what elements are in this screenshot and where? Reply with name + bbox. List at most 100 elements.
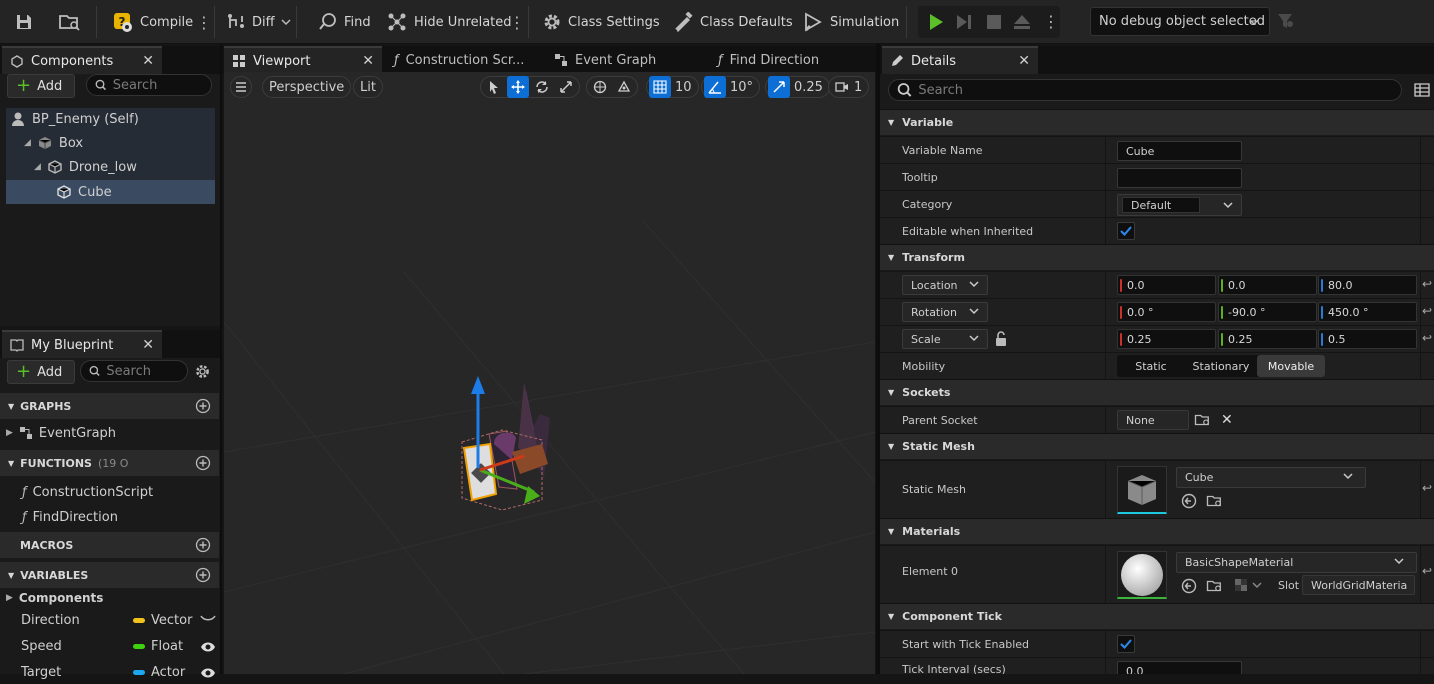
perspective-button[interactable]: Perspective [262, 76, 352, 98]
materials-section-header[interactable]: ▼ Materials [880, 518, 1434, 544]
compile-options-button[interactable]: ⋮ [192, 6, 215, 38]
mobility-stationary[interactable]: Stationary [1185, 355, 1257, 377]
transform-section-header[interactable]: ▼ Transform [880, 244, 1434, 270]
variable-name-field[interactable]: Cube [1117, 141, 1242, 161]
eye-closed-icon[interactable] [200, 614, 216, 624]
variables-section[interactable]: ▼ VARIABLES [0, 562, 219, 588]
scale-tool[interactable] [555, 76, 577, 98]
tree-item-drone-low[interactable]: ◢ Drone_low [6, 155, 215, 179]
class-settings-button[interactable]: Class Settings [538, 6, 664, 38]
editable-inherited-checkbox[interactable] [1117, 222, 1135, 240]
add-variable-icon[interactable] [195, 567, 211, 583]
tooltip-field[interactable] [1117, 168, 1242, 188]
location-y-field[interactable]: 0.0 [1218, 275, 1317, 295]
scale-lock-button[interactable] [995, 331, 1009, 347]
material-thumbnail[interactable] [1117, 551, 1167, 599]
material-options-button[interactable] [1234, 578, 1262, 592]
details-search[interactable] [888, 79, 1402, 101]
components-search[interactable] [86, 74, 212, 96]
add-member-button[interactable]: + Add [7, 360, 75, 384]
panel-divider[interactable] [220, 44, 222, 674]
category-combo[interactable]: Default [1117, 194, 1242, 216]
tab-event-graph[interactable]: Event Graph [546, 46, 696, 74]
variable-item-target[interactable]: Target Actor [0, 660, 219, 684]
viewport[interactable] [224, 72, 875, 674]
scale-snap[interactable]: 0.25 [765, 76, 830, 98]
sockets-section-header[interactable]: ▼ Sockets [880, 379, 1434, 405]
static-mesh-combo[interactable]: Cube [1176, 467, 1366, 488]
reset-scale-icon[interactable]: ↩ [1422, 331, 1432, 345]
tab-construction-script[interactable]: ƒ Construction Scr... [386, 46, 536, 74]
tab-viewport[interactable]: Viewport ✕ [224, 46, 382, 74]
component-tick-section-header[interactable]: ▼ Component Tick [880, 603, 1434, 629]
parent-socket-field[interactable]: None [1117, 410, 1189, 430]
start-tick-checkbox[interactable] [1117, 635, 1135, 653]
grid-snap[interactable]: 10 [646, 76, 699, 98]
function-item-construction[interactable]: ƒ ConstructionScript [0, 480, 219, 504]
macros-section[interactable]: MACROS [0, 532, 219, 558]
tick-interval-field[interactable]: 0.0 [1117, 661, 1242, 674]
property-matrix-button[interactable] [1414, 83, 1430, 97]
debug-filter-button[interactable] [1276, 12, 1296, 30]
reset-static-mesh-icon[interactable]: ↩ [1422, 481, 1432, 495]
scale-mode-combo[interactable]: Scale [902, 329, 988, 349]
tab-components[interactable]: Components ✕ [2, 46, 162, 74]
tree-item-self[interactable]: BP_Enemy (Self) [6, 107, 215, 131]
variable-section-header[interactable]: ▼ Variable [880, 109, 1434, 135]
variable-item-direction[interactable]: Direction Vector [0, 608, 219, 632]
mobility-movable[interactable]: Movable [1257, 355, 1325, 377]
eye-open-icon[interactable] [200, 667, 216, 679]
clear-socket-button[interactable]: ✕ [1221, 412, 1233, 428]
add-macro-icon[interactable] [195, 537, 211, 553]
settings-button[interactable] [194, 363, 211, 380]
close-icon[interactable]: ✕ [362, 53, 374, 69]
tree-item-box[interactable]: ◢ Box [6, 131, 215, 155]
rotate-tool[interactable] [531, 76, 553, 98]
graphs-section[interactable]: ▼ GRAPHS [0, 393, 219, 419]
eject-button[interactable] [1012, 12, 1032, 32]
find-button[interactable]: Find [314, 6, 375, 38]
static-mesh-thumbnail[interactable] [1117, 466, 1167, 514]
advance-frame-button[interactable] [954, 12, 974, 32]
rotation-x-field[interactable]: 0.0 ° [1117, 302, 1216, 322]
components-search-input[interactable] [112, 77, 203, 93]
panel-divider[interactable] [876, 44, 880, 674]
compile-button[interactable]: ? Compile [108, 6, 197, 38]
use-selected-asset-button[interactable] [1181, 493, 1197, 509]
function-item-find-direction[interactable]: ƒ FindDirection [0, 505, 219, 529]
material-combo[interactable]: BasicShapeMaterial [1176, 552, 1417, 573]
viewport-options-button[interactable] [230, 76, 252, 98]
browse-socket-button[interactable] [1194, 412, 1212, 428]
scale-snap-toggle[interactable] [768, 76, 790, 98]
simulation-button[interactable]: Simulation [798, 6, 903, 38]
category-input[interactable]: Default [1122, 197, 1200, 213]
rotation-snap[interactable]: 10° [701, 76, 761, 98]
reset-material-icon[interactable]: ↩ [1422, 564, 1432, 578]
lit-button[interactable]: Lit [353, 76, 383, 98]
reset-location-icon[interactable]: ↩ [1422, 277, 1432, 291]
save-button[interactable] [10, 6, 38, 38]
play-button[interactable] [926, 12, 946, 32]
debug-object-select[interactable]: No debug object selected [1090, 7, 1270, 36]
static-mesh-section-header[interactable]: ▼ Static Mesh [880, 433, 1434, 459]
scale-y-field[interactable]: 0.25 [1218, 329, 1317, 349]
material-slot-field[interactable]: WorldGridMateria [1302, 575, 1415, 595]
hide-unrelated-options-button[interactable]: ⋮ [505, 6, 528, 38]
play-options-button[interactable]: ⋮ [1043, 12, 1059, 31]
details-search-input[interactable] [918, 82, 1393, 98]
location-x-field[interactable]: 0.0 [1117, 275, 1216, 295]
snap-surface-tool[interactable] [613, 76, 635, 98]
rotation-z-field[interactable]: 450.0 ° [1318, 302, 1417, 322]
reset-rotation-icon[interactable]: ↩ [1422, 304, 1432, 318]
stop-button[interactable] [984, 12, 1004, 32]
browse-button[interactable] [54, 6, 86, 38]
close-icon[interactable]: ✕ [1018, 53, 1030, 69]
add-component-button[interactable]: + Add [7, 74, 75, 98]
diff-button[interactable]: Diff [222, 6, 295, 38]
eye-open-icon[interactable] [200, 641, 216, 653]
tab-find-direction[interactable]: ƒ Find Direction [710, 46, 860, 74]
functions-section[interactable]: ▼ FUNCTIONS (19 O [0, 450, 219, 476]
class-defaults-button[interactable]: Class Defaults [668, 6, 797, 38]
mobility-static[interactable]: Static [1117, 355, 1185, 377]
location-z-field[interactable]: 80.0 [1318, 275, 1417, 295]
